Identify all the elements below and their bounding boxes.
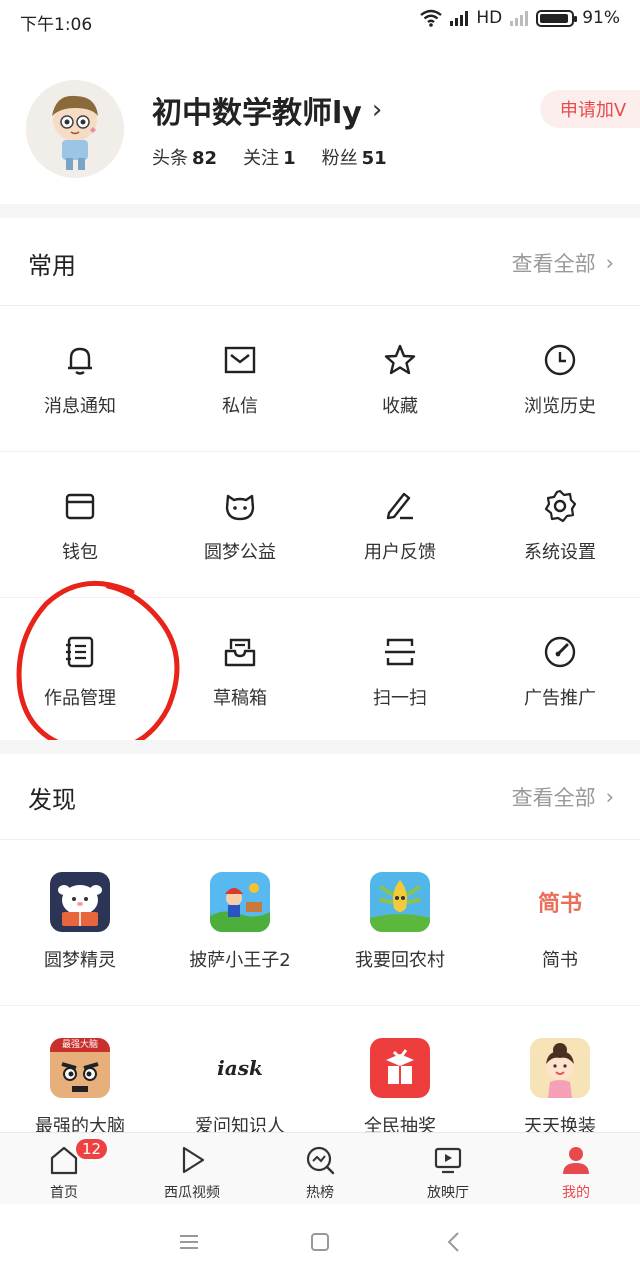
menu-item-scan[interactable]: 扫一扫 — [320, 598, 480, 744]
brain-app-icon: 最强大脑 — [50, 1038, 110, 1098]
tv-icon — [434, 1147, 462, 1174]
notebook-icon — [66, 636, 94, 668]
profile-name-text: 初中数学教师ly — [152, 96, 362, 131]
app-dream-sprite[interactable]: 圆梦精灵 — [0, 840, 160, 1005]
status-indicators: HD 91% — [420, 8, 620, 28]
common-view-all-link[interactable]: 查看全部 › — [512, 248, 614, 278]
menu-item-wallet[interactable]: 钱包 — [0, 452, 160, 598]
bottom-nav: 12 首页 西瓜视频 热榜 放映厅 我的 — [0, 1132, 640, 1204]
jianshu-app-icon: 简书 — [530, 872, 590, 932]
stat-fans[interactable]: 粉丝 51 — [322, 144, 387, 170]
menu-item-favorites[interactable]: 收藏 — [320, 306, 480, 452]
discover-section-header: 发现 查看全部 › — [0, 752, 640, 840]
avatar-illustration — [26, 80, 124, 178]
menu-icon[interactable] — [177, 1230, 201, 1254]
discover-view-all-link[interactable]: 查看全部 › — [512, 782, 614, 812]
chevron-right-icon: › — [371, 95, 383, 125]
tab-theater[interactable]: 放映厅 — [384, 1133, 512, 1204]
signal-icon — [450, 10, 469, 26]
menu-item-advertising[interactable]: 广告推广 — [480, 598, 640, 744]
menu-item-notifications[interactable]: 消息通知 — [0, 306, 160, 452]
common-row-1: 消息通知 私信 收藏 浏览历史 — [0, 306, 640, 452]
avatar[interactable] — [26, 80, 124, 178]
clock-icon — [544, 344, 576, 376]
profile-header: 初中数学教师ly › 头条 82 关注 1 粉丝 51 申请加V — [0, 62, 640, 202]
chevron-right-icon: › — [605, 251, 614, 275]
notification-badge: 12 — [74, 1137, 110, 1161]
play-icon — [182, 1146, 205, 1174]
chevron-right-icon: › — [605, 785, 614, 809]
cat-face-icon — [225, 494, 255, 521]
dressup-app-icon — [530, 1038, 590, 1098]
menu-item-history[interactable]: 浏览历史 — [480, 306, 640, 452]
section-title-common: 常用 — [28, 252, 76, 280]
profile-name[interactable]: 初中数学教师ly › — [152, 88, 382, 132]
stat-articles[interactable]: 头条 82 — [152, 144, 217, 170]
bell-icon — [68, 347, 92, 375]
app-jianshu[interactable]: 简书 简书 — [480, 840, 640, 1005]
menu-item-messages[interactable]: 私信 — [160, 306, 320, 452]
status-bar: 下午1:06 HD 91% — [0, 0, 640, 40]
gear-icon — [544, 489, 577, 523]
tab-xigua-video[interactable]: 西瓜视频 — [128, 1133, 256, 1204]
scan-icon — [385, 638, 415, 666]
battery-level: 91% — [582, 8, 620, 28]
wifi-icon — [420, 9, 443, 27]
menu-item-works-management[interactable]: 作品管理 — [0, 598, 160, 744]
dream-sprite-app-icon — [50, 872, 110, 932]
lottery-app-icon — [370, 1038, 430, 1098]
pen-icon — [386, 492, 413, 520]
app-back-to-farm[interactable]: 我要回农村 — [320, 840, 480, 1005]
back-icon[interactable] — [442, 1230, 466, 1254]
profile-stats: 头条 82 关注 1 粉丝 51 — [152, 144, 387, 170]
gauge-icon — [544, 636, 576, 668]
menu-item-charity[interactable]: 圆梦公益 — [160, 452, 320, 598]
brain-face-icon — [61, 1062, 99, 1092]
user-icon — [563, 1147, 589, 1174]
mail-icon — [224, 346, 256, 374]
discover-row-1: 圆梦精灵 披萨小王子2 我要回农村 简书 简书 — [0, 840, 640, 1006]
network-type: HD — [476, 8, 503, 28]
common-row-2: 钱包 圆梦公益 用户反馈 系统设置 — [0, 452, 640, 598]
farm-app-icon — [370, 872, 430, 932]
home-square-icon[interactable] — [308, 1230, 332, 1254]
common-section-header: 常用 查看全部 › — [0, 218, 640, 306]
divider — [0, 204, 640, 218]
section-title-discover: 发现 — [28, 786, 76, 814]
apply-verification-button[interactable]: 申请加V — [540, 90, 640, 128]
system-nav-bar — [0, 1204, 640, 1280]
stat-following[interactable]: 关注 1 — [243, 144, 296, 170]
wallet-icon — [65, 493, 95, 520]
tab-trending[interactable]: 热榜 — [256, 1133, 384, 1204]
pizza-prince-app-icon — [210, 872, 270, 932]
star-icon — [384, 344, 416, 375]
tab-home[interactable]: 12 首页 — [0, 1133, 128, 1204]
battery-icon — [536, 9, 578, 27]
status-time: 下午1:06 — [20, 15, 93, 35]
iask-app-icon: iask — [210, 1038, 270, 1098]
menu-item-feedback[interactable]: 用户反馈 — [320, 452, 480, 598]
signal-2-icon — [510, 10, 529, 26]
inbox-icon — [224, 638, 256, 667]
common-row-3: 作品管理 草稿箱 扫一扫 广告推广 — [0, 598, 640, 744]
trending-search-icon — [306, 1146, 335, 1175]
menu-item-settings[interactable]: 系统设置 — [480, 452, 640, 598]
tab-mine[interactable]: 我的 — [512, 1133, 640, 1204]
app-pizza-prince[interactable]: 披萨小王子2 — [160, 840, 320, 1005]
menu-item-drafts[interactable]: 草稿箱 — [160, 598, 320, 744]
